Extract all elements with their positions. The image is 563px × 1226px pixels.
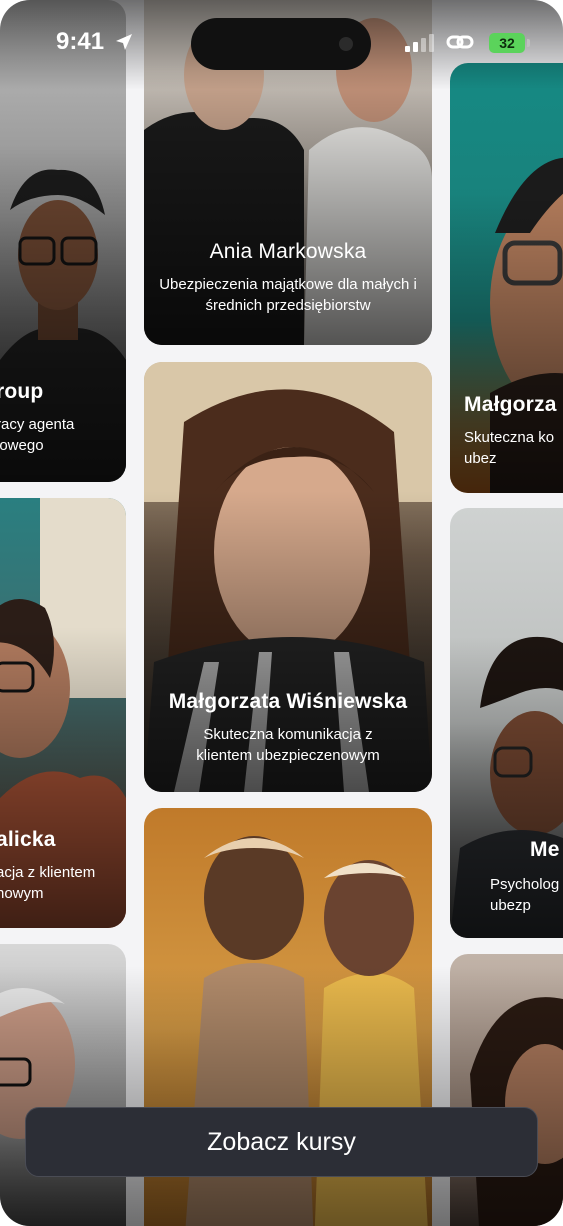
app-screen: roup racy agenta iowego alicka acja z kl… xyxy=(0,0,563,1226)
card-description: Ubezpieczenia majątkowe dla małych i śre… xyxy=(159,276,417,314)
cellular-signal-icon xyxy=(405,34,435,52)
battery-indicator: 32 xyxy=(489,33,525,53)
battery-tip xyxy=(527,39,530,47)
card-caption: Małgorzata Wiśniewska Skuteczna komunika… xyxy=(144,690,432,766)
card-title: roup xyxy=(0,380,44,403)
card-title: Małgorza xyxy=(464,393,557,416)
card-title: Me xyxy=(530,838,560,861)
course-card[interactable]: alicka acja z klientem nowym xyxy=(0,498,126,928)
card-caption: alicka acja z klientem nowym xyxy=(0,828,126,904)
battery-level: 32 xyxy=(499,35,515,51)
card-description: Skuteczna ko ubez xyxy=(464,429,555,467)
status-bar: 9:41 32 xyxy=(0,0,563,90)
camera-icon xyxy=(339,37,353,51)
card-description: Skuteczna komunikacja z klientem ubezpie… xyxy=(196,726,380,764)
link-icon xyxy=(446,35,474,49)
course-card[interactable]: Me Psycholog ubezp xyxy=(450,508,563,938)
bottom-gradient xyxy=(0,966,563,1226)
course-card[interactable]: Małgorzata Wiśniewska Skuteczna komunika… xyxy=(144,362,432,792)
card-title: alicka xyxy=(0,828,56,851)
card-caption: Małgorza Skuteczna ko ubez xyxy=(464,393,563,469)
card-description: racy agenta iowego xyxy=(0,416,75,454)
card-caption: Ania Markowska Ubezpieczenia majątkowe d… xyxy=(144,240,432,316)
card-caption: Me xyxy=(530,838,563,862)
location-arrow-icon xyxy=(116,34,132,50)
card-caption-desc: Psycholog ubezp xyxy=(490,874,563,916)
course-card[interactable]: Małgorza Skuteczna ko ubez xyxy=(450,63,563,493)
dynamic-island xyxy=(191,18,371,70)
card-title: Ania Markowska xyxy=(209,240,367,263)
time-label: 9:41 xyxy=(56,28,105,55)
card-description: acja z klientem nowym xyxy=(0,864,96,902)
card-description: Psycholog ubezp xyxy=(490,876,560,914)
status-time: 9:41 xyxy=(56,28,132,56)
card-title: Małgorzata Wiśniewska xyxy=(168,690,408,713)
card-caption: roup racy agenta iowego xyxy=(0,380,126,456)
see-courses-button[interactable]: Zobacz kursy xyxy=(25,1107,538,1177)
